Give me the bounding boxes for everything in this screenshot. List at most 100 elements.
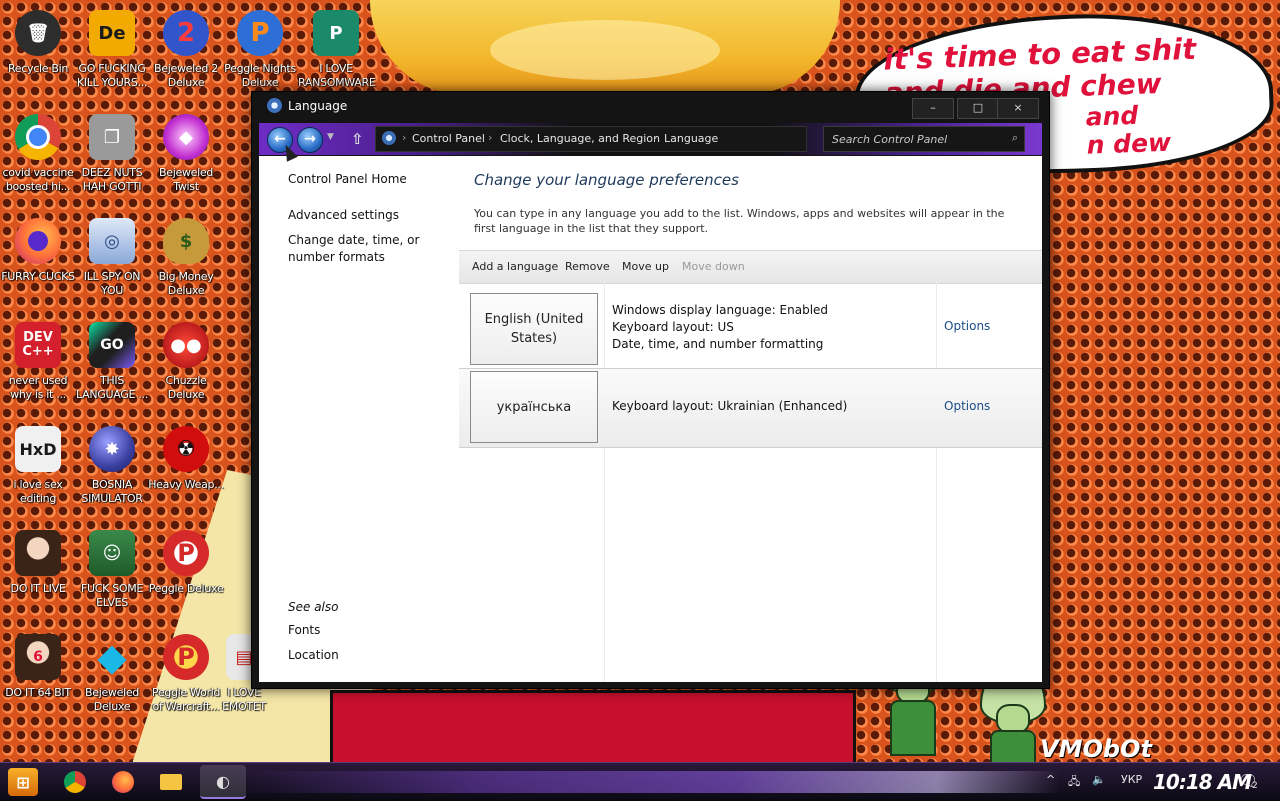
ukrainian-options-link[interactable]: Options	[944, 399, 990, 413]
english-options-link[interactable]: Options	[944, 319, 990, 333]
volume-icon[interactable]: 🔈	[1092, 773, 1106, 786]
desktop-icon-recycle-bin[interactable]: 🗑 Recycle Bin	[0, 10, 76, 76]
maximize-button[interactable]: □	[957, 98, 999, 119]
window-title: Language	[288, 99, 348, 113]
firefox-icon	[15, 218, 61, 264]
keyboard-layout: Keyboard layout: US	[612, 320, 734, 334]
formatting-info: Date, time, and number formatting	[612, 337, 824, 351]
language-info: Windows display language: Enabled Keyboa…	[612, 302, 828, 353]
taskbar-control-panel[interactable]: ◐	[200, 765, 246, 799]
taskbar-file-explorer[interactable]	[156, 768, 186, 796]
mine-icon: ✸	[89, 426, 135, 472]
breadcrumb-language[interactable]: Language	[664, 132, 718, 145]
window-content: Control Panel Home Advanced settings Cha…	[259, 156, 1042, 682]
language-name-box: English (United States)	[470, 293, 598, 365]
devcpp-icon: DEV C++	[15, 322, 61, 368]
desktop-icon-chuzzle[interactable]: ●● Chuzzle Deluxe	[148, 322, 224, 402]
left-navigation-pane: Control Panel Home Advanced settings Cha…	[259, 156, 456, 682]
desktop-icon-bejeweled-twist[interactable]: ◆ Bejeweled Twist	[148, 114, 224, 194]
start-button[interactable]: ⊞	[8, 768, 38, 796]
desktop-icon-big-money[interactable]: $ Big Money Deluxe	[148, 218, 224, 298]
desktop-icon-heavy-weapon[interactable]: ☢ Heavy Weap...	[148, 426, 224, 492]
chrome-icon	[15, 114, 61, 160]
publisher-icon: P	[313, 10, 359, 56]
taskbar: ⊞ ◐ ^ 🖧 🔈 УКР 10:18 AM 🗨 2	[0, 762, 1280, 801]
wallpaper-red-panel	[330, 690, 856, 765]
input-language-indicator[interactable]: УКР	[1121, 773, 1142, 786]
taskbar-firefox[interactable]	[108, 768, 138, 796]
bubble-line-4: n dew	[1086, 127, 1172, 160]
taskbar-chrome[interactable]	[60, 768, 90, 796]
see-also-heading: See also	[288, 600, 339, 614]
add-language-button[interactable]: Add a language	[472, 260, 558, 273]
control-panel-icon	[382, 131, 396, 145]
forward-button[interactable]: →	[297, 127, 323, 153]
desktop-icon-fuck-some-elves[interactable]: ☺ FUCK SOME ELVES	[74, 530, 150, 610]
radiation-icon: ☢	[163, 426, 209, 472]
desktop-icon-this-language[interactable]: GO THIS LANGUAGE ...	[74, 322, 150, 402]
desktop-icon-ill-spy[interactable]: ◎ ILL SPY ON YOU	[74, 218, 150, 298]
goland-icon: GO	[89, 322, 135, 368]
language-row-ukrainian[interactable]: українська Keyboard layout: Ukrainian (E…	[459, 368, 1042, 448]
peggle-icon: P	[237, 10, 283, 56]
language-preferences-pane: Change your language preferences You can…	[459, 156, 1042, 682]
desktop-icon-hxd[interactable]: HxD i love sex editing	[0, 426, 76, 506]
move-up-button[interactable]: Move up	[622, 260, 669, 273]
control-panel-icon	[267, 98, 282, 113]
desktop-icon-bejeweled-deluxe[interactable]: ◆ Bejeweled Deluxe	[74, 634, 150, 714]
desktop-icon-peggle-deluxe[interactable]: P Peggle Deluxe	[148, 530, 224, 596]
diamond-icon: ◆	[97, 635, 127, 679]
search-box[interactable]: ⌕	[823, 126, 1025, 152]
folder-icon	[160, 774, 182, 790]
move-down-button[interactable]: Move down	[682, 260, 745, 273]
recycle-bin-icon: 🗑	[15, 10, 61, 56]
wallpaper-flame	[370, 0, 840, 95]
webcam-icon: ◎	[89, 218, 135, 264]
desktop-icon-peggle-nights[interactable]: P Peggle Nights Deluxe	[222, 10, 298, 90]
language-name-box: українська	[470, 371, 598, 443]
desktop-icon-covid-vaccine[interactable]: covid vaccine boosted hi...	[0, 114, 76, 194]
desktop-icon-bejeweled-2[interactable]: 2 Bejeweled 2 Deluxe	[148, 10, 224, 90]
firefox-icon	[112, 771, 134, 793]
taskbar-clock[interactable]: 10:18 AM	[1153, 770, 1252, 794]
desktop-icon-ransomware[interactable]: P I LOVE RANSOMWARE	[298, 10, 376, 90]
portrait-icon: 6	[15, 634, 61, 680]
bejeweled-icon: 2	[163, 10, 209, 56]
language-window: Language – □ × ← → ▼ ⇧ › Control Panel ›…	[251, 91, 1050, 689]
minimize-button[interactable]: –	[912, 98, 954, 119]
control-panel-home-link[interactable]: Control Panel Home	[288, 171, 407, 188]
desktop-icon-do-it-64-bit[interactable]: 6 DO IT 64 BIT	[0, 634, 76, 700]
portrait-icon	[15, 530, 61, 576]
desktop-icon-go-kill[interactable]: De GO FUCKING KILL YOURS...	[74, 10, 150, 90]
window-titlebar[interactable]: Language – □ ×	[252, 92, 1049, 122]
show-hidden-icons-icon[interactable]: ^	[1046, 773, 1055, 786]
remove-language-button[interactable]: Remove	[565, 260, 610, 273]
desktop-icon-furry-cucks[interactable]: FURRY CUCKS	[0, 218, 76, 284]
breadcrumb-control-panel[interactable]: Control Panel	[412, 132, 485, 145]
peggle-wow-icon: P	[163, 634, 209, 680]
breadcrumb-separator-icon: ›	[402, 131, 407, 144]
fonts-link[interactable]: Fonts	[288, 622, 320, 639]
up-button[interactable]: ⇧	[351, 130, 364, 148]
language-info: Keyboard layout: Ukrainian (Enhanced)	[612, 398, 847, 415]
advanced-settings-link[interactable]: Advanced settings	[288, 207, 399, 224]
desktop-icon-bosnia-simulator[interactable]: ✸ BOSNIA SIMULATOR	[74, 426, 150, 506]
address-bar[interactable]: › Control Panel › Clock, Language, and R…	[375, 126, 807, 152]
search-icon[interactable]: ⌕	[1012, 131, 1018, 145]
wallpaper-signature: VMObOt	[1040, 735, 1152, 763]
breadcrumb-clock-language-region[interactable]: Clock, Language, and Region	[500, 132, 660, 145]
desktop-icon-deez-nuts[interactable]: ❐ DEEZ NUTS HAH GOTTI	[74, 114, 150, 194]
location-link[interactable]: Location	[288, 647, 339, 664]
breadcrumb-separator-icon: ›	[488, 131, 493, 144]
desktop-icon-do-it-live[interactable]: DO IT LIVE	[0, 530, 76, 596]
network-icon[interactable]: 🖧	[1068, 773, 1080, 792]
recent-pages-dropdown[interactable]: ▼	[327, 132, 334, 142]
navigation-bar: ← → ▼ ⇧ › Control Panel › Clock, Languag…	[259, 123, 1042, 155]
change-date-time-formats-link[interactable]: Change date, time, or number formats	[288, 232, 448, 266]
close-button[interactable]: ×	[997, 98, 1039, 119]
copy-icon: ❐	[89, 114, 135, 160]
peggle-deluxe-icon: P	[163, 530, 209, 576]
search-input[interactable]	[830, 130, 999, 148]
desktop-icon-devcpp[interactable]: DEV C++ never used why is it ...	[0, 322, 76, 402]
language-row-english[interactable]: English (United States) Windows display …	[459, 291, 1042, 369]
